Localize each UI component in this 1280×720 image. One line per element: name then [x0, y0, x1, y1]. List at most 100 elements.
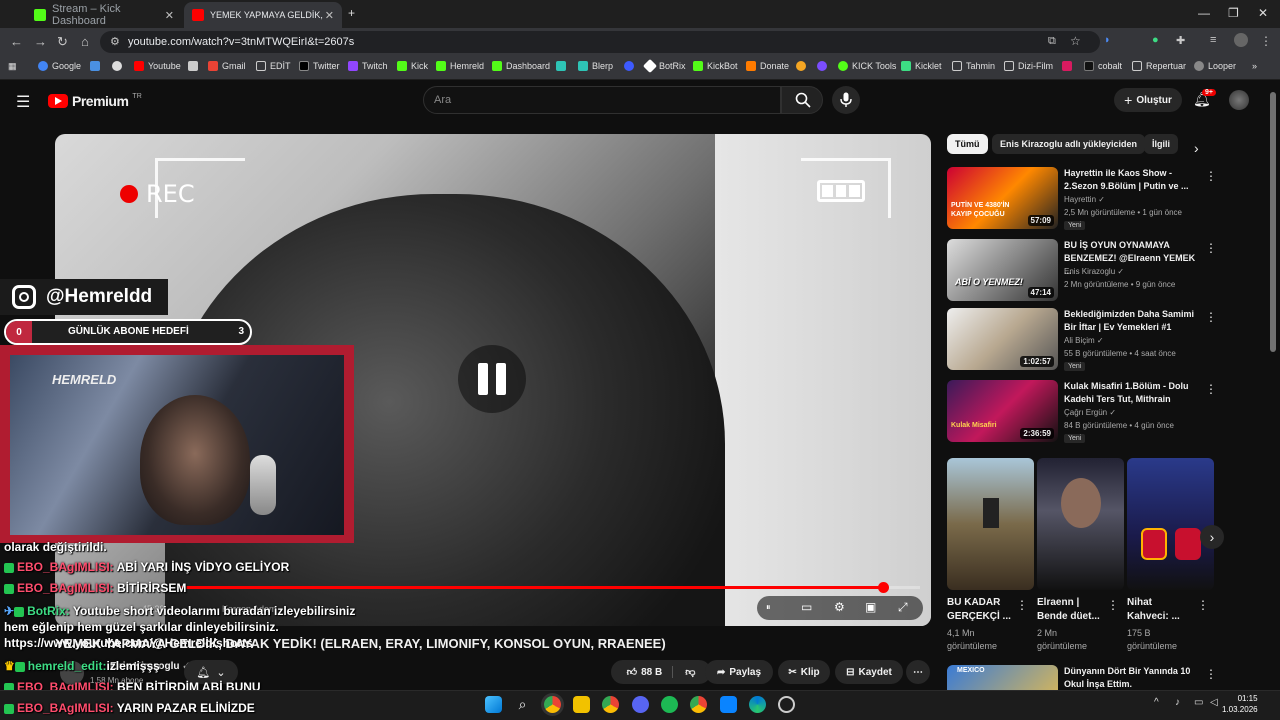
volume-icon[interactable]: ◁ [1210, 697, 1218, 708]
recommended-video[interactable]: ABİ O YENMEZ! 47:14 BU İŞ OYUN OYNAMAYA … [947, 239, 1217, 303]
clip-button[interactable]: ✂ Klip [778, 660, 830, 684]
bookmark-dashboard[interactable]: Dashboard [492, 61, 550, 71]
bookmark-icon-only[interactable] [188, 61, 198, 71]
more-options-icon[interactable]: ⋮ [1205, 241, 1217, 255]
progress-scrubber-handle[interactable] [878, 582, 889, 593]
home-icon[interactable]: ⌂ [81, 34, 89, 49]
new-tab-button[interactable]: + [348, 6, 355, 20]
bookmark-google[interactable]: Google [38, 61, 81, 71]
search-input[interactable]: Ara [423, 86, 781, 114]
tray-chevron-icon[interactable]: ^ [1154, 697, 1159, 708]
short-title[interactable]: Nihat Kahveci: ... [1127, 596, 1193, 624]
bookmark-icon-only[interactable] [90, 61, 100, 71]
spotify-icon[interactable] [661, 696, 678, 713]
recommended-video[interactable]: MEXICO Dünyanın Dört Bir Yanında 10 Okul… [947, 665, 1217, 690]
system-clock[interactable]: 01:15 1.03.2026 [1222, 693, 1258, 715]
dislike-button[interactable]: 👎︎ [677, 666, 695, 678]
short-thumbnail[interactable] [1037, 458, 1124, 590]
close-tab-icon[interactable]: ✕ [325, 9, 334, 22]
bookmark-repertuar[interactable]: Repertuar [1132, 61, 1186, 71]
chip-related[interactable]: İlgili [1144, 134, 1178, 154]
bookmark-twitter[interactable]: Twitter [299, 61, 340, 71]
short-thumbnail[interactable] [947, 458, 1034, 590]
close-tab-icon[interactable]: ✕ [165, 9, 174, 22]
bookmark-icon-only[interactable] [556, 61, 566, 71]
save-button[interactable]: ⊟ Kaydet [835, 660, 903, 684]
discord-icon[interactable] [632, 696, 649, 713]
bookmark-youtube[interactable]: Youtube [134, 61, 181, 71]
theater-mode-icon[interactable]: ▣ [865, 600, 876, 614]
bookmark-icon-only[interactable] [624, 61, 634, 71]
chrome-icon[interactable] [544, 696, 561, 713]
bookmark-icon-only[interactable] [112, 61, 122, 71]
bookmark-twitch[interactable]: Twitch [348, 61, 388, 71]
site-info-icon[interactable]: ⚙ [110, 35, 120, 48]
install-app-icon[interactable]: ⧉ [1048, 35, 1056, 48]
more-options-icon[interactable]: ⋮ [1107, 598, 1119, 612]
bookmark-kick-tools[interactable]: KICK Tools [838, 61, 896, 71]
obs-icon[interactable] [778, 696, 795, 713]
media-control-icon[interactable]: ≡ [1210, 34, 1216, 46]
windows-start-icon[interactable] [485, 696, 502, 713]
bookmark-gmail[interactable]: Gmail [208, 61, 246, 71]
app-icon[interactable] [720, 696, 737, 713]
bookmark-kickbot[interactable]: KickBot [693, 61, 738, 71]
more-options-icon[interactable]: ⋮ [1205, 382, 1217, 396]
url-text[interactable]: youtube.com/watch?v=3tnMTWQEirI&t=2607s [128, 36, 354, 48]
apps-grid-icon[interactable]: ▦ [8, 61, 17, 72]
bookmark-blerp[interactable]: Blerp [578, 61, 613, 71]
bookmark-botrix[interactable]: BotRix [642, 58, 686, 74]
voice-search-button[interactable] [832, 86, 860, 114]
more-options-icon[interactable]: ⋮ [1205, 169, 1217, 183]
pause-button[interactable] [458, 345, 526, 413]
bookmark-tahmin[interactable]: Tahmin [952, 61, 995, 71]
bookmark-kick[interactable]: Kick [397, 61, 428, 71]
bookmark-cobalt[interactable]: cobalt [1084, 61, 1122, 71]
short-title[interactable]: Elraenn | Bende düet... [1037, 596, 1103, 624]
youtube-premium-logo[interactable]: Premium TR [48, 93, 142, 109]
extension-icon[interactable]: ◗ [1104, 34, 1111, 46]
chip-all[interactable]: Tümü [947, 134, 988, 154]
tab-kick-dashboard[interactable]: Stream – Kick Dashboard ✕ [26, 2, 182, 28]
profile-avatar[interactable] [1234, 33, 1248, 47]
video-progress-bar[interactable] [180, 582, 920, 593]
file-explorer-icon[interactable] [573, 696, 590, 713]
chips-next-chevron-icon[interactable]: › [1194, 140, 1199, 156]
bookmark-kicklet[interactable]: Kicklet [901, 61, 942, 71]
autoplay-toggle-icon[interactable]: ⏸ [766, 602, 771, 613]
edge-icon[interactable] [749, 696, 766, 713]
recommended-video[interactable]: Kulak Misafiri 2:36:59 Kulak Misafiri 1.… [947, 380, 1217, 444]
create-button[interactable]: + Oluştur [1114, 88, 1182, 112]
restore-icon[interactable]: ❐ [1228, 6, 1239, 20]
short-thumbnail[interactable] [1127, 458, 1214, 590]
network-icon[interactable]: ▭ [1194, 697, 1203, 708]
subtitles-icon[interactable]: ▭ [801, 600, 812, 614]
bookmark-star-icon[interactable]: ☆ [1070, 34, 1081, 48]
bookmark-dizi-film[interactable]: Dizi-Film [1004, 61, 1053, 71]
close-window-icon[interactable]: ✕ [1258, 6, 1268, 20]
more-options-icon[interactable]: ⋮ [1016, 598, 1028, 612]
more-bookmarks-icon[interactable]: » [1252, 61, 1257, 71]
settings-gear-icon[interactable]: ⚙ [834, 600, 845, 614]
recommended-video[interactable]: 1:02:57 Beklediğimizden Daha Samimi Bir … [947, 308, 1217, 372]
extension-icon[interactable]: ● [1152, 34, 1159, 46]
page-scrollbar[interactable] [1270, 92, 1276, 352]
bookmark-donate[interactable]: Donate [746, 61, 789, 71]
search-button[interactable] [781, 86, 823, 114]
bookmark-edit[interactable]: EDİT [256, 61, 291, 71]
extensions-puzzle-icon[interactable]: ✚ [1176, 34, 1185, 47]
fullscreen-icon[interactable]: ⤢ [898, 600, 908, 615]
tab-youtube-video[interactable]: YEMEK YAPMAYA GELDİK, D ✕ [184, 2, 342, 28]
forward-icon[interactable]: → [34, 34, 47, 49]
microphone-tray-icon[interactable]: ♪ [1175, 697, 1180, 708]
bookmark-hemreld[interactable]: Hemreld [436, 61, 484, 71]
minimize-icon[interactable]: — [1198, 6, 1210, 20]
bookmark-icon-only[interactable] [796, 61, 806, 71]
chrome-icon[interactable] [602, 696, 619, 713]
bookmark-icon-only[interactable] [1062, 61, 1072, 71]
bookmark-icon-only[interactable] [817, 61, 827, 71]
chip-from-uploader[interactable]: Enis Kirazoglu adlı yükleyiciden [992, 134, 1146, 154]
recommended-video[interactable]: PUTİN VE 4380'İN KAYIP ÇOCUĞU 57:09 Hayr… [947, 167, 1217, 231]
like-button[interactable]: 👍︎ 88 B [627, 666, 674, 678]
short-title[interactable]: BU KADAR GERÇEKÇİ ... [947, 596, 1013, 624]
